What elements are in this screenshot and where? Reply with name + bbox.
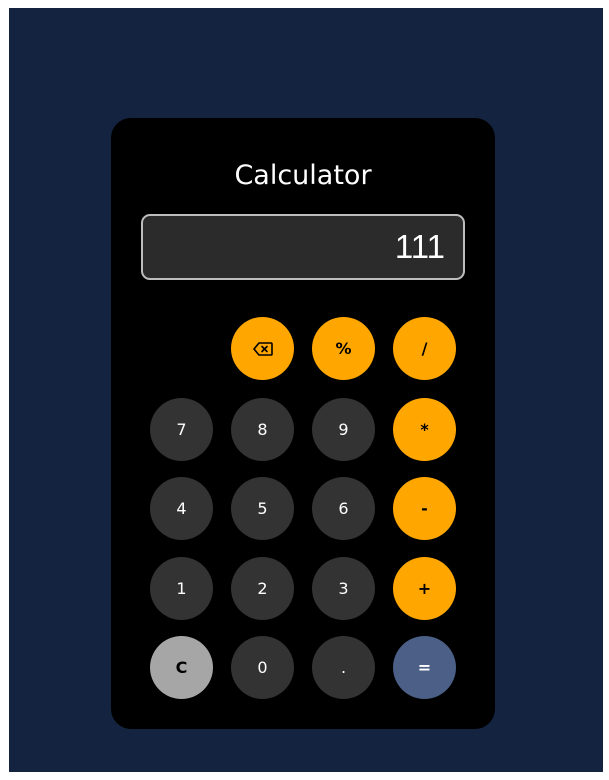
display-field[interactable]	[141, 214, 465, 280]
multiply-button[interactable]: *	[393, 398, 456, 461]
divide-button[interactable]: /	[393, 317, 456, 380]
digit-2-button[interactable]: 2	[231, 557, 294, 620]
digit-0-button[interactable]: 0	[231, 636, 294, 699]
digit-8-button[interactable]: 8	[231, 398, 294, 461]
subtract-button[interactable]: -	[393, 477, 456, 540]
calculator-title: Calculator	[234, 160, 372, 191]
percent-button[interactable]: %	[312, 317, 375, 380]
digit-3-button[interactable]: 3	[312, 557, 375, 620]
backspace-button[interactable]	[231, 317, 294, 380]
digit-6-button[interactable]: 6	[312, 477, 375, 540]
digit-7-button[interactable]: 7	[150, 398, 213, 461]
page-background: Calculator % / 7 8 9 * 4 5 6 - 1 2 3 + C	[9, 8, 603, 772]
calculator-panel: Calculator % / 7 8 9 * 4 5 6 - 1 2 3 + C	[111, 118, 495, 729]
clear-button[interactable]: C	[150, 636, 213, 699]
digit-9-button[interactable]: 9	[312, 398, 375, 461]
backspace-icon	[252, 341, 273, 356]
equals-button[interactable]: =	[393, 636, 456, 699]
digit-1-button[interactable]: 1	[150, 557, 213, 620]
add-button[interactable]: +	[393, 557, 456, 620]
decimal-button[interactable]: .	[312, 636, 375, 699]
digit-4-button[interactable]: 4	[150, 477, 213, 540]
digit-5-button[interactable]: 5	[231, 477, 294, 540]
